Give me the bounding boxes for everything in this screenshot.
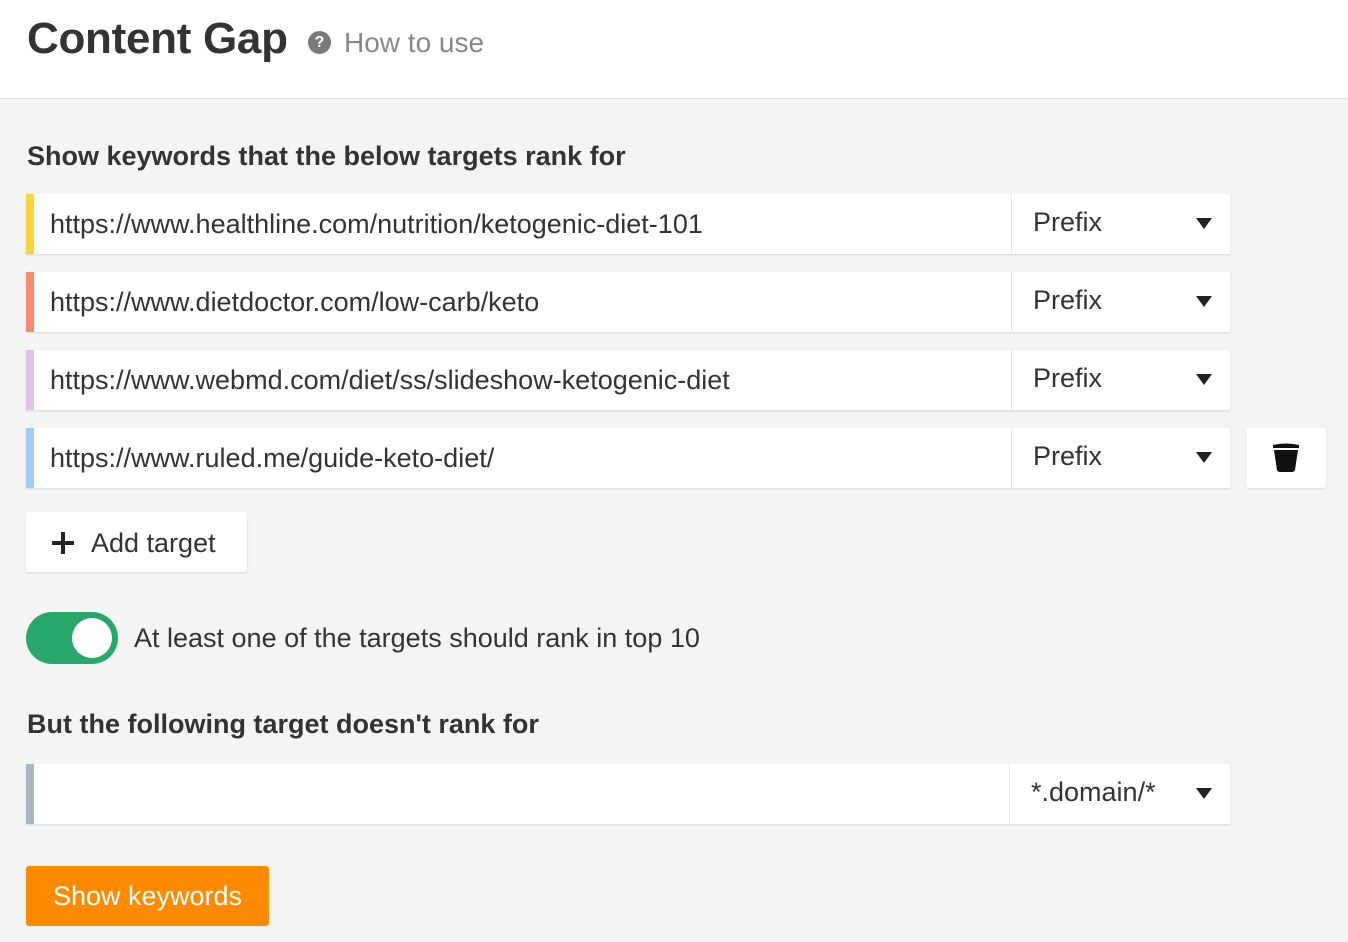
target-mode-label: Prefix	[1033, 441, 1103, 471]
target-row: Prefix	[26, 350, 1230, 410]
add-target-label: Add target	[91, 528, 216, 558]
help-icon[interactable]: ?	[308, 31, 331, 54]
target-color-marker	[26, 764, 34, 824]
trash-icon	[1273, 443, 1299, 472]
target-color-marker	[26, 272, 34, 332]
toggle-knob	[72, 618, 112, 658]
target-mode-label: Prefix	[1033, 363, 1103, 393]
target-url-input[interactable]	[34, 350, 1010, 410]
add-target-button[interactable]: Add target	[26, 512, 247, 572]
top10-toggle[interactable]	[26, 612, 118, 664]
delete-target-button[interactable]	[1246, 428, 1326, 488]
target-row: Prefix	[26, 194, 1230, 254]
top10-toggle-label: At least one of the targets should rank …	[134, 623, 700, 653]
target-row: Prefix	[26, 428, 1230, 488]
exclude-target-url-input[interactable]	[34, 764, 1010, 824]
target-url-input[interactable]	[34, 272, 1010, 332]
exclude-target-heading: But the following target doesn't rank fo…	[27, 709, 539, 739]
target-mode-select[interactable]: Prefix	[1011, 272, 1230, 332]
exclude-target-row: *.domain/*	[26, 764, 1230, 824]
caret-down-icon	[1196, 296, 1212, 307]
plus-icon	[52, 532, 74, 554]
target-color-marker	[26, 194, 34, 254]
exclude-target-mode-select[interactable]: *.domain/*	[1009, 764, 1230, 824]
show-keywords-button[interactable]: Show keywords	[26, 866, 269, 926]
target-url-input[interactable]	[34, 428, 1010, 488]
caret-down-icon	[1196, 452, 1212, 463]
target-mode-select[interactable]: Prefix	[1011, 350, 1230, 410]
caret-down-icon	[1196, 374, 1212, 385]
target-mode-label: Prefix	[1033, 207, 1103, 237]
target-mode-label: Prefix	[1033, 285, 1103, 315]
target-mode-select[interactable]: Prefix	[1011, 428, 1230, 488]
target-mode-label: *.domain/*	[1031, 777, 1156, 807]
caret-down-icon	[1196, 218, 1212, 229]
target-color-marker	[26, 350, 34, 410]
caret-down-icon	[1196, 788, 1212, 799]
target-mode-select[interactable]: Prefix	[1011, 194, 1230, 254]
page-title: Content Gap	[27, 14, 288, 63]
include-targets-heading: Show keywords that the below targets ran…	[27, 141, 626, 171]
target-color-marker	[26, 428, 34, 488]
target-url-input[interactable]	[34, 194, 1010, 254]
page-header: Content Gap ? How to use	[0, 0, 1348, 99]
target-row: Prefix	[26, 272, 1230, 332]
how-to-use-link[interactable]: How to use	[344, 27, 484, 59]
